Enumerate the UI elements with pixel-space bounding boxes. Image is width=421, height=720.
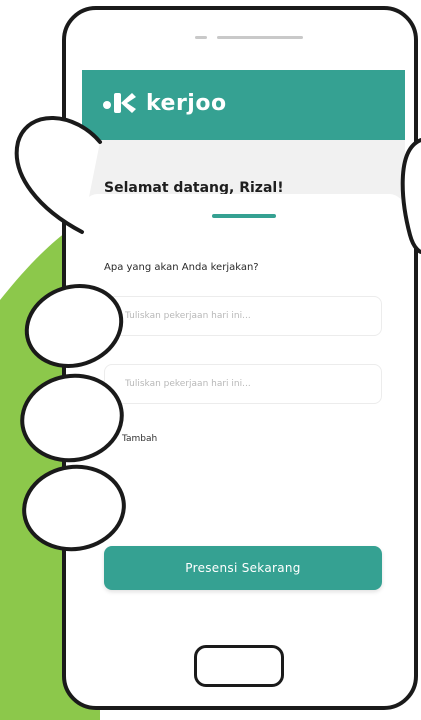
submit-attendance-button[interactable]: Presensi Sekarang (104, 546, 382, 590)
task-input-1[interactable] (104, 296, 382, 336)
app-header: kerjoo (82, 70, 405, 140)
phone-speaker (195, 36, 305, 42)
kerjoo-logo-icon (103, 93, 136, 113)
speaker-dot (195, 36, 207, 39)
sheet-drag-handle[interactable] (212, 214, 276, 218)
task-question: Apa yang akan Anda kerjakan? (104, 262, 259, 273)
speaker-bar (217, 36, 303, 39)
phone-home-button (194, 645, 284, 687)
app-logo: kerjoo (102, 90, 227, 116)
add-task-button[interactable]: Tambah (122, 434, 157, 444)
brand-name: kerjoo (146, 90, 227, 116)
task-input-2[interactable] (104, 364, 382, 404)
task-sheet: Apa yang akan Anda kerjakan? Tambah Pres… (82, 194, 405, 664)
